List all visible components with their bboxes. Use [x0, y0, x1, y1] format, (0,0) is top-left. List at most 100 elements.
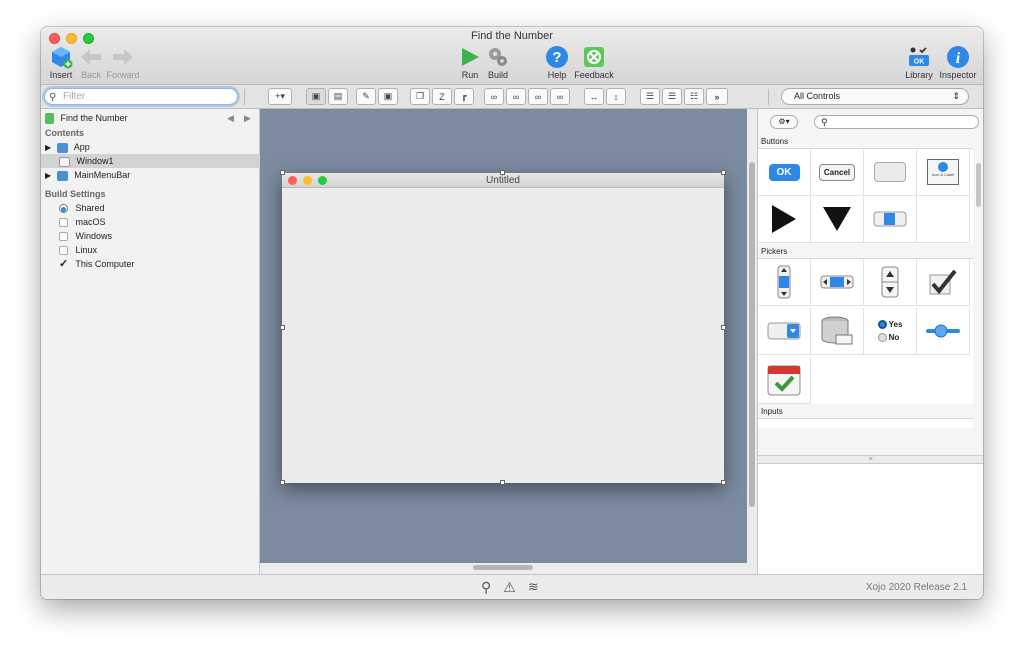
align-right-icon: ☰ — [667, 91, 677, 101]
resize-handle[interactable] — [721, 170, 726, 175]
nav-item-window1[interactable]: Window1 — [41, 154, 260, 168]
scrollbar-control[interactable] — [811, 259, 864, 306]
date-picker-control[interactable] — [758, 357, 811, 404]
resize-handle[interactable] — [280, 325, 285, 330]
rss-feed-icon[interactable]: ≋ — [528, 579, 539, 596]
resize-handle[interactable] — [721, 480, 726, 485]
ok-button-preview: OK — [768, 163, 800, 181]
h-resize-icon: ↔ — [589, 91, 599, 102]
height-button[interactable]: ↕ — [606, 88, 626, 105]
library-scrollbar[interactable] — [976, 163, 981, 207]
library-button[interactable]: OK Library — [899, 45, 939, 80]
checkbox-icon[interactable] — [59, 232, 68, 242]
horizontal-scrollbar[interactable] — [473, 565, 533, 570]
warning-icon[interactable]: ⚠ — [503, 579, 516, 596]
help-button[interactable]: ? Help — [537, 45, 577, 80]
align-right-button[interactable]: ☰ — [662, 88, 682, 105]
pencil-icon: ✎ — [362, 91, 370, 101]
width-button[interactable]: ↔ — [584, 88, 604, 105]
inspector-button[interactable]: i Inspector — [938, 45, 978, 80]
nav-item-app[interactable]: ▶ App — [41, 140, 260, 154]
toolbar: Find the Number Insert Back Forward Run … — [41, 27, 983, 85]
status-icons: ⚲ ⚠ ≋ — [481, 579, 539, 596]
tool-button-2[interactable]: ∞ — [506, 88, 526, 105]
disclosure-triangle-icon[interactable]: ▶ — [45, 171, 51, 180]
resize-handle[interactable] — [280, 170, 285, 175]
disclosure-down-control[interactable] — [811, 196, 864, 243]
resize-handle[interactable] — [500, 480, 505, 485]
nav-back-icon[interactable]: ◀ — [227, 111, 234, 125]
build-target-this-computer[interactable]: ✓ This Computer — [41, 257, 260, 271]
popup-menu-control[interactable] — [758, 308, 811, 355]
icon-label-button-control[interactable]: Icon & Label — [917, 149, 970, 196]
stepper-control[interactable] — [864, 259, 917, 306]
resize-handle[interactable] — [280, 480, 285, 485]
database-picker-control[interactable] — [811, 308, 864, 355]
layout-view-button[interactable]: ▣ — [306, 88, 326, 105]
updown-arrows-control[interactable] — [758, 259, 811, 306]
filter-field[interactable]: ⚲ Filter — [44, 88, 238, 105]
feedback-button[interactable]: Feedback — [574, 45, 614, 80]
edit-button[interactable]: ✎ — [356, 88, 376, 105]
forward-button[interactable]: Forward — [103, 45, 143, 80]
nav-item-mainmenubar[interactable]: ▶ MainMenuBar — [41, 168, 260, 182]
build-target-label: This Computer — [75, 259, 135, 269]
project-icon — [45, 113, 54, 125]
build-target-linux[interactable]: Linux — [41, 243, 260, 257]
order-button[interactable]: Z — [432, 88, 452, 105]
designer-window-titlebar: Untitled — [282, 173, 724, 188]
checkmark-icon — [929, 269, 957, 295]
cancel-button-preview: Cancel — [818, 163, 856, 181]
checkmark-icon[interactable]: ✓ — [59, 257, 68, 271]
slider-control[interactable] — [917, 308, 970, 355]
icon-label-text: Icon & Label — [931, 172, 955, 177]
build-target-shared[interactable]: Shared — [41, 201, 260, 215]
nav-forward-icon[interactable]: ▶ — [244, 111, 251, 125]
disclosure-triangle-control[interactable] — [758, 196, 811, 243]
align-top-button[interactable]: ☷ — [684, 88, 704, 105]
designer-window[interactable]: Untitled — [282, 173, 724, 483]
more-button[interactable]: » — [706, 88, 728, 105]
v-resize-icon: ↕ — [613, 91, 619, 102]
align-top-icon: ☷ — [689, 91, 699, 101]
link-icon: ∞ — [490, 91, 498, 102]
front-button[interactable]: ❐ — [410, 88, 430, 105]
updown-chevron-icon: ⇕ — [952, 91, 960, 101]
controls-dropdown[interactable]: All Controls ⇕ — [781, 88, 969, 105]
disclosure-triangle-icon[interactable]: ▶ — [45, 143, 51, 152]
cancel-button-control[interactable]: Cancel — [811, 149, 864, 196]
code-icon: ▤ — [333, 91, 343, 101]
category-pickers: Pickers — [761, 247, 788, 256]
code-view-button[interactable]: ▤ — [328, 88, 348, 105]
tool-button-4[interactable]: ∞ — [550, 88, 570, 105]
radio-selected-icon[interactable] — [59, 204, 68, 214]
checkbox-icon[interactable] — [59, 246, 68, 256]
radio-group-control[interactable]: Yes No — [864, 308, 917, 355]
search-icon[interactable]: ⚲ — [481, 579, 491, 596]
ok-button-control[interactable]: OK — [758, 149, 811, 196]
resize-handle[interactable] — [721, 325, 726, 330]
build-target-windows[interactable]: Windows — [41, 229, 260, 243]
tool-button-1[interactable]: ∞ — [484, 88, 504, 105]
radio-group-preview: Yes No — [877, 318, 902, 344]
checkbox-control[interactable] — [917, 259, 970, 306]
checkbox-icon[interactable] — [59, 218, 68, 228]
segmented-control[interactable] — [864, 196, 917, 243]
layout-icon: ▣ — [311, 91, 321, 101]
nav-project-row[interactable]: Find the Number ◀ ▶ — [41, 111, 260, 125]
align-left-button[interactable]: ☰ — [640, 88, 660, 105]
bevel-button-control[interactable] — [864, 149, 917, 196]
build-button[interactable]: Build — [478, 45, 518, 80]
back-arrow-icon — [81, 49, 101, 65]
library-search-field[interactable]: ⚲ — [814, 115, 979, 129]
split-handle[interactable]: ≡ — [758, 455, 983, 463]
build-target-macos[interactable]: macOS — [41, 215, 260, 229]
add-button[interactable]: +▾ — [268, 88, 292, 105]
lock-button[interactable]: ▣ — [378, 88, 398, 105]
vertical-scrollbar[interactable] — [749, 162, 755, 507]
resize-handle[interactable] — [500, 170, 505, 175]
align-edge-button[interactable]: ┏ — [454, 88, 474, 105]
tool-button-3[interactable]: ∞ — [528, 88, 548, 105]
forward-arrow-icon — [113, 49, 133, 65]
library-options-button[interactable]: ⚙▾ — [770, 115, 798, 129]
